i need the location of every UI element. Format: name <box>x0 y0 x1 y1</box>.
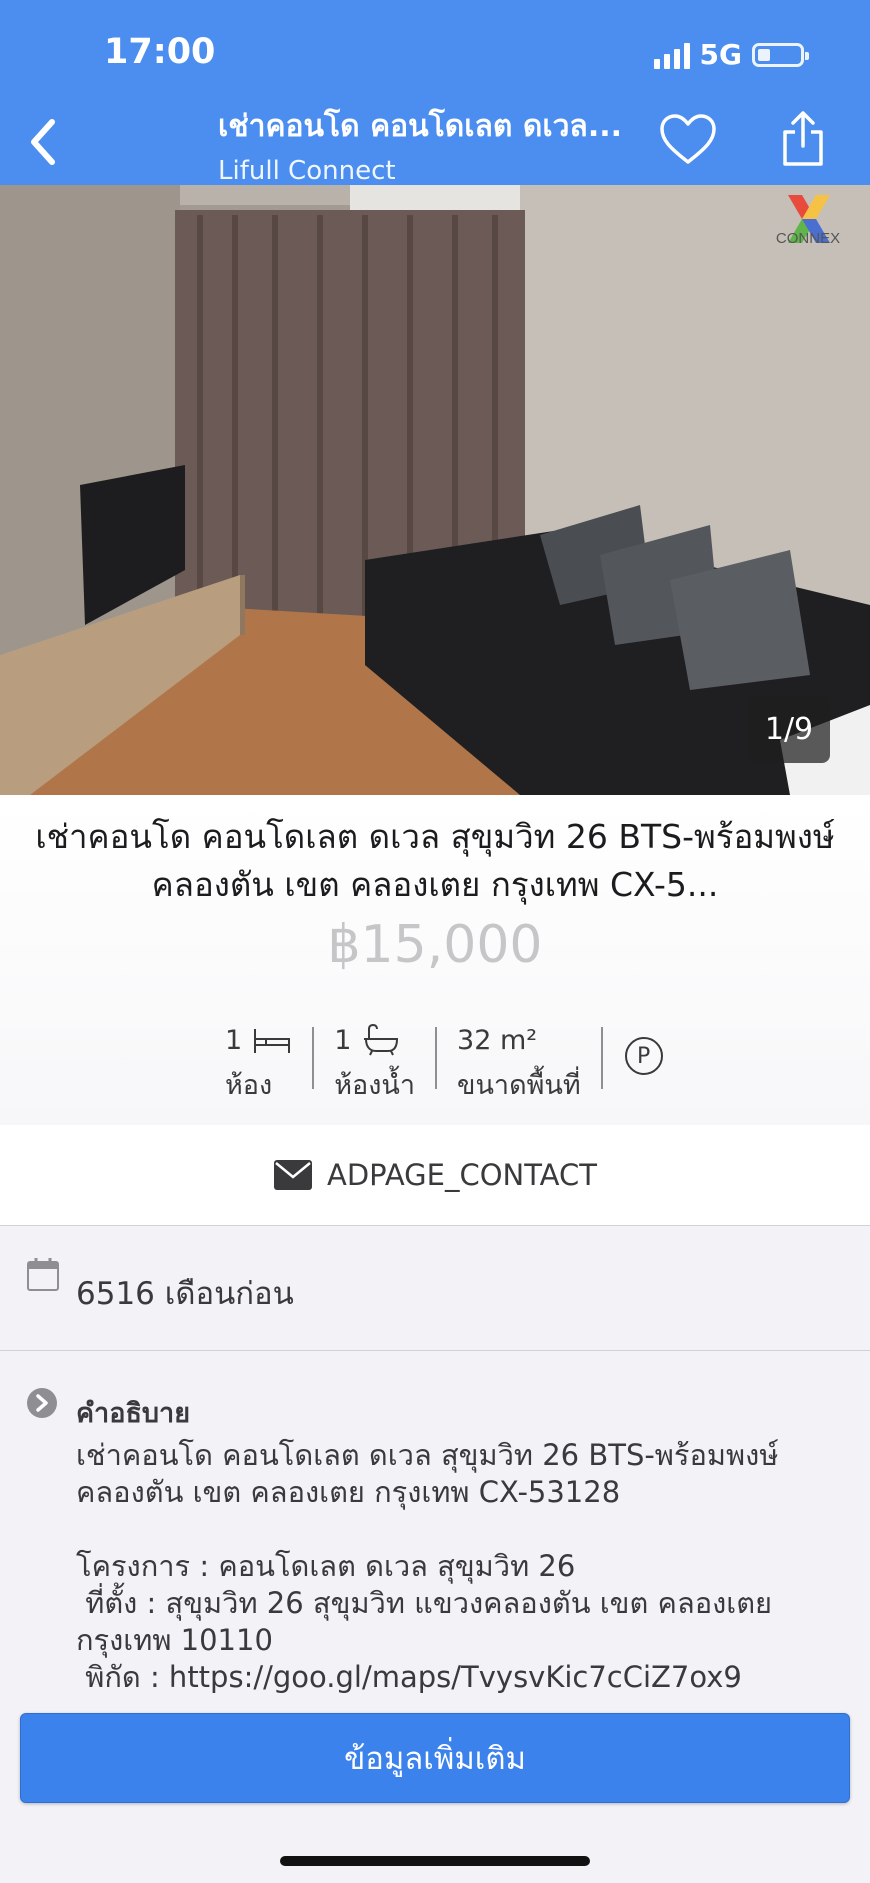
nav-subtitle: Lifull Connect <box>218 156 396 186</box>
svg-text:CONNEX: CONNEX <box>776 230 840 247</box>
envelope-icon <box>274 1160 313 1190</box>
nav-title: เช่าคอนโด คอนโดเลต ดเวล... <box>218 109 623 144</box>
spec-area: 32 m² ขนาดพื้นที่ <box>437 1023 601 1106</box>
bathrooms-value: 1 <box>334 1024 352 1056</box>
calendar-icon <box>27 1258 59 1291</box>
listing-info: เช่าคอนโด คอนโดเลต ดเวล สุขุมวิท 26 BTS-… <box>0 795 870 1125</box>
posted-date: 6516 เดือนก่อน <box>76 1276 294 1312</box>
contact-label: ADPAGE_CONTACT <box>327 1158 597 1192</box>
spec-divider <box>600 1027 603 1089</box>
nav-title-block: เช่าคอนโด คอนโดเลต ดเวล... Lifull Connec… <box>218 103 638 186</box>
spec-bedrooms: 1 ห้อง <box>205 1023 312 1106</box>
bed-icon <box>254 1029 291 1053</box>
description-section: คำอธิบาย เช่าคอนโด คอนโดเลต ดเวล สุขุมวิ… <box>0 1351 870 1701</box>
listing-title: เช่าคอนโด คอนโดเลต ดเวล สุขุมวิท 26 BTS-… <box>35 817 835 904</box>
back-button[interactable] <box>24 116 64 168</box>
contact-button[interactable]: ADPAGE_CONTACT <box>0 1125 870 1226</box>
share-button[interactable] <box>780 110 826 168</box>
heart-icon <box>660 114 716 164</box>
home-indicator[interactable] <box>280 1856 590 1866</box>
listing-photo[interactable]: CONNEX 1/9 <box>0 185 870 795</box>
chevron-circle-right-icon <box>27 1388 57 1418</box>
connex-logo: CONNEX <box>776 195 840 247</box>
description-text: เช่าคอนโด คอนโดเลต ดเวล สุขุมวิท 26 BTS-… <box>76 1438 779 1694</box>
app-header: 17:00 5G เช่าคอนโด คอนโดเลต ดเวล... Lifu… <box>0 0 870 186</box>
bathtub-icon <box>364 1023 399 1056</box>
battery-icon <box>752 42 809 67</box>
status-time: 17:00 <box>104 32 216 72</box>
parking-icon: P <box>624 1037 663 1075</box>
bedrooms-value: 1 <box>225 1024 243 1056</box>
spec-bathrooms: 1 ห้องน้ำ <box>314 1023 435 1106</box>
network-type: 5G <box>699 38 742 71</box>
description-label: คำอธิบาย <box>76 1398 191 1429</box>
bathrooms-label: ห้องน้ำ <box>334 1070 416 1101</box>
room-photo-image <box>0 185 870 795</box>
area-label: ขนาดพื้นที่ <box>457 1070 581 1101</box>
more-info-button[interactable]: ข้อมูลเพิ่มเติม <box>20 1713 850 1803</box>
share-icon <box>783 111 823 166</box>
favorite-button[interactable] <box>658 112 718 168</box>
bedrooms-label: ห้อง <box>225 1070 273 1101</box>
status-indicators: 5G <box>653 38 809 71</box>
area-value: 32 m² <box>457 1024 538 1056</box>
signal-icon <box>653 41 690 69</box>
listing-price: ฿15,000 <box>327 915 543 975</box>
photo-counter: 1/9 <box>748 695 830 763</box>
listing-specs: 1 ห้อง 1 ห้องน้ำ 32 m² ขนาดพื้นที่ P <box>205 1023 663 1101</box>
posted-date-row: 6516 เดือนก่อน <box>0 1226 870 1351</box>
chevron-left-icon <box>31 119 55 165</box>
